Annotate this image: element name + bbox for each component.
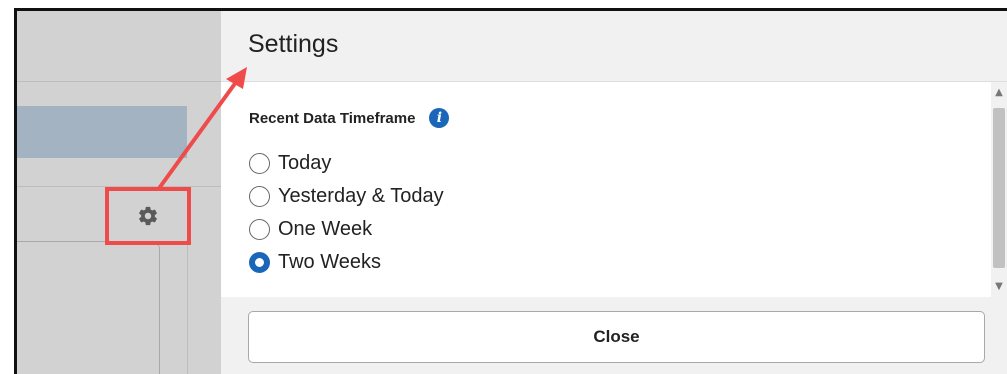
background-panel — [17, 241, 160, 374]
radio-label: Yesterday & Today — [278, 185, 444, 207]
radio-option-yesterday-today[interactable]: Yesterday & Today — [249, 180, 444, 213]
settings-modal: Settings Recent Data Timeframe i Today Y… — [221, 11, 1007, 374]
gear-icon — [139, 206, 157, 226]
timeframe-label: Recent Data Timeframe — [249, 109, 416, 127]
modal-body: Recent Data Timeframe i Today Yesterday … — [221, 82, 991, 297]
modal-footer: Close — [221, 297, 1007, 374]
screenshot-frame: Settings Recent Data Timeframe i Today Y… — [0, 0, 1007, 374]
radio-option-one-week[interactable]: One Week — [249, 213, 444, 246]
settings-gear-button[interactable] — [105, 187, 191, 245]
timeframe-label-row: Recent Data Timeframe i — [249, 108, 450, 128]
radio-button[interactable] — [249, 153, 270, 174]
scroll-up-icon[interactable]: ▲ — [994, 88, 1004, 98]
modal-title: Settings — [248, 30, 339, 58]
info-icon[interactable]: i — [429, 108, 450, 128]
background-selected-row — [17, 106, 187, 158]
scroll-down-icon[interactable]: ▼ — [994, 282, 1004, 292]
background-page — [17, 11, 221, 374]
background-divider — [17, 81, 221, 82]
modal-scrollbar[interactable]: ▲ ▼ — [991, 82, 1007, 297]
radio-option-today[interactable]: Today — [249, 147, 444, 180]
radio-label: Two Weeks — [278, 251, 381, 273]
timeframe-radio-group: Today Yesterday & Today One Week Two Wee… — [249, 147, 444, 279]
radio-label: One Week — [278, 218, 373, 240]
radio-button[interactable] — [249, 219, 270, 240]
radio-option-two-weeks[interactable]: Two Weeks — [249, 246, 444, 279]
radio-button[interactable] — [249, 186, 270, 207]
close-button[interactable]: Close — [248, 311, 985, 363]
radio-label: Today — [278, 152, 332, 174]
radio-button-checked[interactable] — [249, 252, 270, 273]
scroll-thumb[interactable] — [993, 108, 1005, 268]
